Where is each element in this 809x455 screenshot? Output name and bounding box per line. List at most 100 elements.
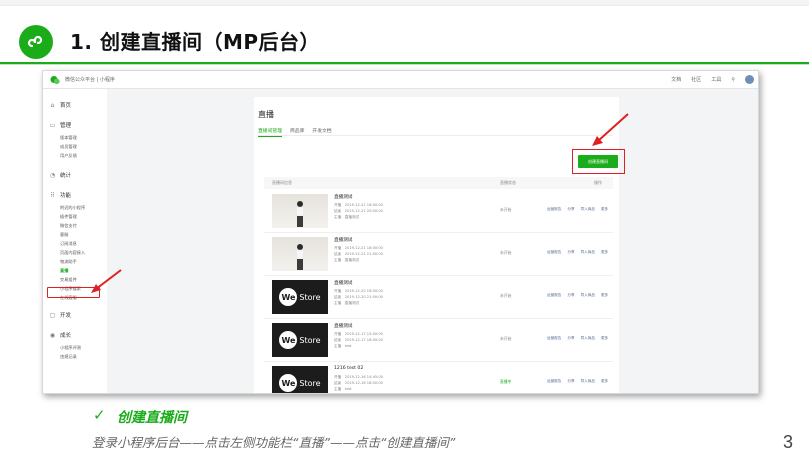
room-start-time: 开播 2019-12-20 18:00:00: [334, 289, 383, 293]
page-title: 直播: [258, 110, 274, 119]
room-name: 1216 test 02: [334, 366, 364, 371]
room-end-time: 结束 2019-12-22 20:00:00: [334, 209, 383, 213]
report-link[interactable]: 运营报告: [547, 379, 561, 384]
report-link[interactable]: 运营报告: [547, 250, 561, 255]
stats-icon: ◔: [49, 171, 56, 179]
top-link-docs[interactable]: 文档: [671, 76, 681, 83]
import-goods-link[interactable]: 导入商品: [581, 207, 595, 212]
row-actions: 运营报告 分享 导入商品 更多: [547, 207, 608, 212]
mini-program-icon: [27, 35, 43, 48]
slide-title: 1. 创建直播间（MP后台）: [70, 30, 321, 54]
sidebar-group-features[interactable]: ⠿ 功能: [49, 191, 71, 200]
slide-top-strip: [0, 0, 809, 6]
status-badge: 直播中: [500, 379, 512, 384]
page-number: 3: [783, 432, 794, 452]
column-header-actions: 操作: [594, 180, 602, 185]
sidebar-item-violations[interactable]: 违规记录: [60, 354, 77, 360]
wechat-mp-logo-icon: [50, 76, 60, 85]
room-end-time: 结束 2019-12-20 21:00:00: [334, 295, 383, 299]
sidebar-item-plugins[interactable]: 插件管理: [60, 214, 77, 220]
room-end-time: 结束 2019-12-21 21:00:00: [334, 252, 383, 256]
sidebar-group-growth[interactable]: ◉ 成长: [49, 331, 71, 340]
mp-sidebar: ⌂ 首页 ▭ 管理 版本管理 成员管理 用户反馈 ◔ 统计 ⠿ 功能 附近的小程…: [43, 89, 107, 393]
room-end-time: 结束 2019-12-17 18:00:00: [334, 338, 383, 342]
status-badge: 未开始: [500, 250, 512, 255]
step-description: 登录小程序后台——点击左侧功能栏“直播”——点击“创建直播间”: [92, 435, 456, 450]
manage-icon: ▭: [49, 121, 56, 129]
more-link[interactable]: 更多: [601, 379, 608, 384]
sidebar-item-feedback[interactable]: 用户反馈: [60, 153, 77, 159]
check-icon: ✓: [93, 406, 106, 424]
import-goods-link[interactable]: 导入商品: [581, 379, 595, 384]
sidebar-item-members[interactable]: 成员管理: [60, 144, 77, 150]
room-start-time: 开播 2019-12-17 15:00:00: [334, 332, 383, 336]
import-goods-link[interactable]: 导入商品: [581, 293, 595, 298]
row-actions: 运营报告 分享 导入商品 更多: [547, 250, 608, 255]
column-header-info: 直播间信息: [272, 180, 292, 185]
room-host: 主播 直播测试: [334, 301, 360, 305]
westore-logo-store: Store: [299, 378, 321, 388]
sidebar-item-subscribe[interactable]: 订阅消息: [60, 241, 77, 247]
share-link[interactable]: 分享: [567, 293, 574, 298]
sidebar-item-evaluation[interactable]: 小程序评测: [60, 345, 81, 351]
room-name: 直播测试: [334, 281, 353, 286]
more-link[interactable]: 更多: [601, 336, 608, 341]
westore-logo-store: Store: [299, 335, 321, 345]
room-host: 主播 test: [334, 387, 352, 391]
share-link[interactable]: 分享: [567, 250, 574, 255]
sidebar-item-nearby[interactable]: 附近的小程序: [60, 205, 85, 211]
room-end-time: 结束 2019-12-16 18:00:00: [334, 381, 383, 385]
sidebar-group-manage[interactable]: ▭ 管理: [49, 121, 71, 130]
row-actions: 运营报告 分享 导入商品 更多: [547, 336, 608, 341]
top-link-community[interactable]: 社区: [691, 76, 701, 83]
account-avatar[interactable]: [745, 75, 754, 84]
cover-westore: We Store: [272, 366, 328, 393]
top-search-icon[interactable]: ⚲: [731, 77, 735, 83]
westore-logo-store: Store: [299, 292, 321, 302]
sidebar-item-wechat-pay[interactable]: 微信支付: [60, 223, 77, 229]
sidebar-group-stats[interactable]: ◔ 统计: [49, 171, 71, 180]
sidebar-item-live[interactable]: 直播: [60, 268, 68, 274]
westore-logo-we: We: [279, 374, 298, 392]
cover-westore: We Store: [272, 280, 328, 314]
row-actions: 运营报告 分享 导入商品 更多: [547, 379, 608, 384]
sidebar-item-trade[interactable]: 交易组件: [60, 277, 77, 283]
dev-icon: ▢: [49, 311, 56, 319]
sidebar-item-page-content[interactable]: 页面内容接入: [60, 250, 85, 256]
report-link[interactable]: 运营报告: [547, 336, 561, 341]
report-link[interactable]: 运营报告: [547, 293, 561, 298]
person-image: [296, 201, 304, 227]
mp-brand: 微信公众平台 | 小程序: [65, 77, 115, 83]
column-header-status: 直播状态: [500, 180, 516, 185]
growth-icon: ◉: [49, 331, 56, 339]
room-start-time: 开播 2019-12-16 14:45:00: [334, 375, 383, 379]
status-badge: 未开始: [500, 336, 512, 341]
import-goods-link[interactable]: 导入商品: [581, 250, 595, 255]
sidebar-item-logistics[interactable]: 物流助手: [60, 259, 77, 265]
room-host: 主播 直播测试: [334, 215, 360, 219]
features-icon: ⠿: [50, 191, 55, 199]
more-link[interactable]: 更多: [601, 250, 608, 255]
import-goods-link[interactable]: 导入商品: [581, 336, 595, 341]
tabs-divider: [258, 135, 613, 136]
status-badge: 未开始: [500, 293, 512, 298]
mp-backend-screenshot: 微信公众平台 | 小程序 文档 社区 工具 ⚲ ⌂ 首页 ▭ 管理 版本管理 成…: [42, 70, 759, 394]
table-row: We Store 直播测试 开播 2019-12-17 15:00:00 结束 …: [264, 319, 613, 362]
share-link[interactable]: 分享: [567, 207, 574, 212]
table-header: 直播间信息 直播状态 操作: [264, 177, 613, 189]
share-link[interactable]: 分享: [567, 336, 574, 341]
top-link-tools[interactable]: 工具: [711, 76, 721, 83]
room-name: 直播测试: [334, 324, 353, 329]
report-link[interactable]: 运营报告: [547, 207, 561, 212]
table-row: 直播测试 开播 2019-12-21 18:00:00 结束 2019-12-2…: [264, 233, 613, 276]
live-panel: 直播 直播间管理 商品库 开发文档 创建直播间 直播间信息 直播状态 操作 直播…: [254, 97, 629, 393]
more-link[interactable]: 更多: [601, 293, 608, 298]
sidebar-item-service[interactable]: 客服: [60, 232, 68, 238]
create-live-room-button[interactable]: 创建直播间: [578, 155, 618, 168]
cover-westore: We Store: [272, 323, 328, 357]
sidebar-item-version[interactable]: 版本管理: [60, 135, 77, 141]
sidebar-group-home[interactable]: ⌂ 首页: [49, 101, 71, 110]
sidebar-group-dev[interactable]: ▢ 开发: [49, 311, 71, 320]
share-link[interactable]: 分享: [567, 379, 574, 384]
more-link[interactable]: 更多: [601, 207, 608, 212]
